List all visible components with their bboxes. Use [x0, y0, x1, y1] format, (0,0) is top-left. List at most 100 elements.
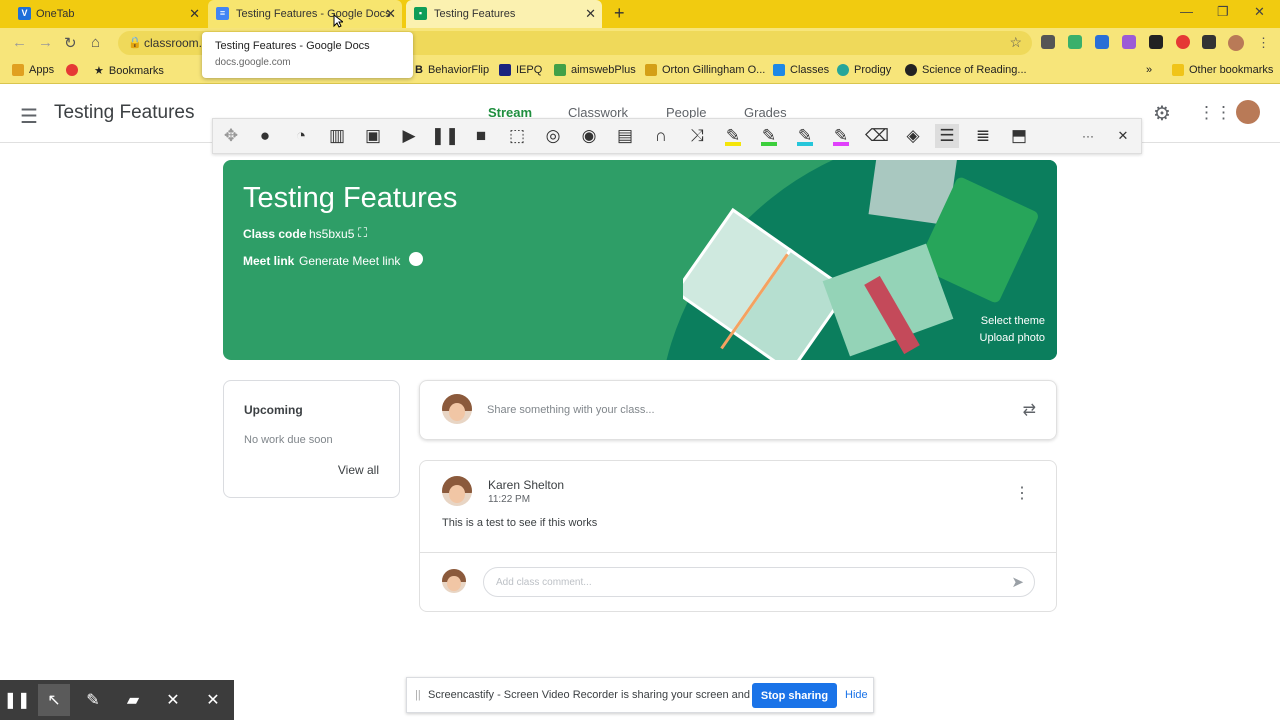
banner-title: Testing Features: [243, 182, 458, 214]
close-tab-icon[interactable]: ✕: [189, 6, 200, 22]
class-title[interactable]: Testing Features: [54, 102, 194, 124]
screen-selection-icon[interactable]: ⬚: [505, 124, 529, 148]
send-icon[interactable]: ➤: [1011, 573, 1024, 591]
classes-icon: [773, 64, 785, 76]
star-icon: ★: [94, 65, 104, 77]
extension-icon[interactable]: [1041, 35, 1055, 49]
tab-classroom[interactable]: ▪ Testing Features ✕: [406, 0, 602, 28]
screencastify-icon[interactable]: [1176, 35, 1190, 49]
stop-icon[interactable]: ■: [469, 124, 493, 148]
extension-icon[interactable]: [1122, 35, 1136, 49]
view-all-link[interactable]: View all: [338, 463, 379, 477]
forward-icon[interactable]: →: [38, 34, 53, 51]
close-tab-icon[interactable]: ✕: [585, 6, 596, 22]
puzzle-icon[interactable]: [1202, 35, 1216, 49]
stop-sharing-button[interactable]: Stop sharing: [752, 683, 837, 708]
maximize-icon[interactable]: ❐: [1217, 4, 1229, 20]
bookmark-science-of-reading[interactable]: Science of Reading...: [905, 64, 1027, 76]
close-toolbar-icon[interactable]: ✕: [198, 689, 228, 711]
picture-dictionary-book-icon[interactable]: ▥: [325, 124, 349, 148]
hamburger-menu-icon[interactable]: ☰: [20, 104, 38, 129]
tooltip-url: docs.google.com: [215, 57, 291, 68]
reload-icon[interactable]: ↻: [64, 34, 77, 52]
tab-google-docs[interactable]: ≡ Testing Features - Google Docs ✕: [208, 0, 402, 28]
highlight-yellow-icon[interactable]: ✎: [721, 124, 745, 148]
google-apps-icon[interactable]: ⋮⋮: [1198, 103, 1232, 123]
star-icon[interactable]: ☆: [1009, 34, 1022, 51]
bookmark-bookmarks[interactable]: ★ Bookmarks: [94, 64, 164, 78]
extension-icon[interactable]: [1068, 35, 1082, 49]
bookmark-apps[interactable]: Apps: [12, 64, 54, 76]
eraser-tool-icon[interactable]: ▰: [118, 689, 148, 711]
share-box[interactable]: Share something with your class... ⇄: [419, 380, 1057, 440]
meet-icon[interactable]: [409, 252, 423, 266]
collect-highlights-icon[interactable]: ◈: [901, 124, 925, 148]
repost-icon[interactable]: ⇄: [1023, 400, 1036, 420]
new-tab-icon[interactable]: +: [614, 3, 625, 24]
generate-meet-link[interactable]: Generate Meet link: [299, 254, 400, 268]
close-tab-icon[interactable]: ✕: [385, 6, 396, 22]
translator-icon[interactable]: ◉: [577, 124, 601, 148]
class-banner: Testing Features Class code hs5bxu5 ⛶ Me…: [223, 160, 1057, 360]
voice-note-icon[interactable]: ⬒: [1007, 124, 1031, 148]
user-avatar[interactable]: [1236, 100, 1260, 124]
more-options-icon[interactable]: ···: [1076, 124, 1100, 148]
bookmark-aimsweb[interactable]: aimswebPlus: [554, 64, 636, 76]
vocabulary-list-icon[interactable]: ☰: [935, 124, 959, 148]
cursor-tool-icon[interactable]: ↖: [38, 684, 70, 716]
hide-button[interactable]: Hide: [845, 689, 868, 701]
other-bookmarks[interactable]: Other bookmarks: [1172, 64, 1273, 76]
settings-gear-icon[interactable]: ⚙: [1153, 101, 1171, 126]
upload-photo-link[interactable]: Upload photo: [980, 332, 1045, 344]
simplify-icon[interactable]: ≣: [971, 124, 995, 148]
screen-sharing-notice: || Screencastify - Screen Video Recorder…: [406, 677, 874, 713]
highlight-pink-icon[interactable]: ✎: [829, 124, 853, 148]
profile-avatar[interactable]: [1228, 35, 1244, 51]
close-toolbar-icon[interactable]: ✕: [1111, 124, 1135, 148]
highlight-blue-icon[interactable]: ✎: [793, 124, 817, 148]
bookmark-prodigy[interactable]: Prodigy: [837, 64, 891, 76]
more-bookmarks-icon[interactable]: »: [1146, 64, 1152, 76]
back-icon[interactable]: ←: [12, 34, 27, 51]
audio-maker-icon[interactable]: ◎: [541, 124, 565, 148]
screen-icon[interactable]: ▤: [613, 124, 637, 148]
bookmark-favicon: [66, 64, 78, 76]
tooltip-title: Testing Features - Google Docs: [215, 40, 370, 52]
bookmark-icon-only[interactable]: [66, 64, 78, 76]
pen-tool-icon[interactable]: ✎: [78, 689, 108, 711]
screencastify-toolbar: ❚❚ ↖ ✎ ▰ ✕ ✕: [0, 680, 234, 720]
prediction-icon[interactable]: ●: [253, 124, 277, 148]
shuffle-icon[interactable]: ⤨: [685, 124, 709, 148]
drag-grip-icon[interactable]: ||: [415, 689, 421, 701]
picture-icon[interactable]: ▣: [361, 124, 385, 148]
bookmark-classes[interactable]: Classes: [773, 64, 829, 76]
select-theme-link[interactable]: Select theme: [981, 315, 1045, 327]
clear-highlights-icon[interactable]: ⌫: [865, 124, 889, 148]
extension-icon[interactable]: [1095, 35, 1109, 49]
pause-icon[interactable]: ❚❚: [431, 124, 460, 148]
clear-drawing-icon[interactable]: ✕: [158, 689, 188, 711]
class-comment-input[interactable]: Add class comment... ➤: [483, 567, 1035, 597]
close-window-icon[interactable]: ✕: [1254, 4, 1265, 20]
talk-and-type-icon[interactable]: ∩: [649, 124, 673, 148]
minimize-icon[interactable]: —: [1180, 4, 1193, 19]
dictionary-icon[interactable]: ◔: [289, 124, 313, 148]
meet-link-label: Meet link: [243, 254, 295, 268]
home-icon[interactable]: ⌂: [91, 34, 100, 51]
extension-icon[interactable]: [1149, 35, 1163, 49]
chrome-menu-icon[interactable]: ⋮: [1257, 35, 1270, 51]
bookmark-behaviorflip[interactable]: B BehaviorFlip: [415, 64, 489, 76]
tab-label: OneTab: [36, 8, 75, 20]
tab-onetab[interactable]: V OneTab ✕: [18, 0, 200, 28]
highlight-green-icon[interactable]: ✎: [757, 124, 781, 148]
pause-recording-icon[interactable]: ❚❚: [2, 689, 32, 711]
upcoming-card: Upcoming No work due soon View all: [223, 380, 400, 498]
fullscreen-icon[interactable]: ⛶: [358, 225, 367, 241]
play-icon[interactable]: ▶: [397, 124, 421, 148]
read-write-toolbar: ✥ ● ◔ ▥ ▣ ▶ ❚❚ ■ ⬚ ◎ ◉ ▤ ∩ ⤨ ✎ ✎ ✎ ✎ ⌫ ◈…: [212, 118, 1142, 154]
drag-handle-icon[interactable]: ✥: [219, 124, 243, 148]
address-toolbar: ← → ↻ ⌂ 🔒 classroom. ☆: [0, 28, 1280, 58]
more-vert-icon[interactable]: ⋮: [1014, 483, 1030, 503]
bookmark-orton[interactable]: Orton Gillingham O...: [645, 64, 765, 76]
bookmark-iepq[interactable]: IEPQ: [499, 64, 542, 76]
